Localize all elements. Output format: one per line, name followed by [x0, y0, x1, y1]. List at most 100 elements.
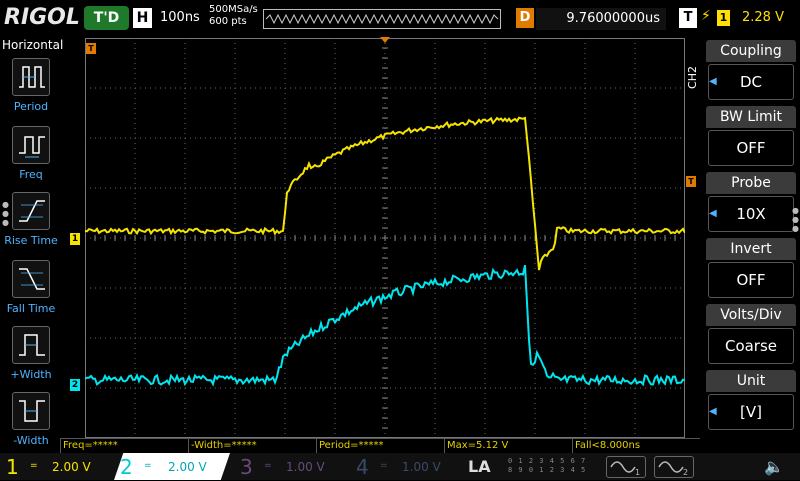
- timebase-value[interactable]: 100ns: [160, 10, 200, 25]
- coupling-menu[interactable]: Coupling DC ◀: [706, 40, 796, 104]
- rise-time-icon: [12, 192, 50, 230]
- menu-value[interactable]: OFF: [708, 262, 794, 298]
- trigger-level-value[interactable]: 2.28 V: [742, 10, 784, 25]
- measure-label: Freq: [19, 168, 43, 181]
- sine-wave-icon: 2: [658, 461, 688, 477]
- top-status-bar: RIGOL T'D H 100ns 500MSa/s 600 pts D 9.7…: [0, 0, 800, 38]
- menu-arrow-icon: ◀: [709, 208, 717, 219]
- trigger-position-marker[interactable]: T: [86, 43, 96, 54]
- measure-label: +Width: [10, 368, 52, 381]
- trigger-status-badge[interactable]: T'D: [84, 6, 129, 30]
- digital-row-1: 0 1 2 3 4 5 6 7: [508, 457, 587, 465]
- graticule: [84, 37, 686, 439]
- menu-title: Coupling: [706, 40, 796, 62]
- dc-coupling-icon: =: [144, 461, 152, 471]
- measure-label: Rise Time: [4, 234, 58, 247]
- fall-time-icon: [12, 260, 50, 298]
- measure-period-button[interactable]: Period: [0, 58, 62, 120]
- horizontal-delay-value[interactable]: 9.76000000us: [536, 8, 666, 30]
- waveform-display[interactable]: [84, 37, 686, 439]
- ch2-scale: 2.00 V: [168, 460, 207, 474]
- trigger-icon: T: [679, 8, 697, 28]
- measurement-period[interactable]: Period=*****: [316, 439, 444, 453]
- logic-analyzer-label[interactable]: LA: [468, 457, 491, 476]
- ch2-offset-marker[interactable]: 2: [70, 379, 80, 391]
- trigger-level-marker[interactable]: T: [686, 176, 696, 187]
- menu-value[interactable]: DC: [708, 64, 794, 100]
- ch2-number: 2: [120, 455, 133, 479]
- ch2-status[interactable]: 2 = 2.00 V: [114, 453, 230, 480]
- period-icon: [12, 58, 50, 96]
- measure-label: Period: [13, 100, 49, 113]
- generator-2-label: 2: [683, 468, 688, 477]
- speaker-muted-icon[interactable]: 🔈: [764, 457, 784, 476]
- probe-menu[interactable]: Probe 10X ◀: [706, 172, 796, 236]
- menu-value[interactable]: 10X: [708, 196, 794, 232]
- ch3-status[interactable]: 3 = 1.00 V: [234, 453, 346, 480]
- channel-status-bar: 1 = 2.00 V 2 = 2.00 V 3 = 1.00 V 4 = 1.0…: [0, 453, 800, 480]
- ch4-status[interactable]: 4 = 1.00 V: [350, 453, 462, 480]
- menu-arrow-icon: ◀: [709, 406, 717, 417]
- memory-overview-bar: [263, 9, 501, 29]
- memory-waveform-icon: [265, 13, 499, 25]
- menu-title: BW Limit: [706, 106, 796, 128]
- ch4-scale: 1.00 V: [402, 460, 441, 474]
- menu-title: Unit: [706, 370, 796, 392]
- generator-2-button[interactable]: 2: [654, 456, 694, 478]
- acquisition-info: 500MSa/s 600 pts: [209, 4, 258, 28]
- menu-value[interactable]: Coarse: [708, 328, 794, 364]
- menu-arrow-icon: ◀: [709, 76, 717, 87]
- bw-limit-menu[interactable]: BW Limit OFF: [706, 106, 796, 170]
- ch4-number: 4: [356, 455, 369, 479]
- ch3-scale: 1.00 V: [286, 460, 325, 474]
- invert-menu[interactable]: Invert OFF: [706, 238, 796, 302]
- measurement-results-bar: Freq=***** -Width=***** Period=***** Max…: [60, 438, 700, 453]
- volts-div-menu[interactable]: Volts/Div Coarse: [706, 304, 796, 368]
- measure-freq-button[interactable]: Freq: [0, 126, 62, 188]
- ch1-scale: 2.00 V: [52, 460, 91, 474]
- ch1-number: 1: [6, 455, 19, 479]
- horizontal-measure-panel: Horizontal Period Freq Rise Time Fall Ti…: [0, 38, 64, 456]
- ch1-status[interactable]: 1 = 2.00 V: [0, 453, 112, 480]
- menu-value[interactable]: [V]: [708, 394, 794, 430]
- unit-menu[interactable]: Unit [V] ◀: [706, 370, 796, 434]
- menu-title: Probe: [706, 172, 796, 194]
- negative-width-icon: [12, 392, 50, 430]
- measure-label: -Width: [13, 434, 49, 447]
- trigger-source[interactable]: 1: [717, 10, 730, 26]
- ch1-offset-marker[interactable]: 1: [70, 233, 80, 245]
- ch3-number: 3: [240, 455, 253, 479]
- channel-menu-tab: CH2: [686, 66, 699, 89]
- generator-1-label: 1: [635, 468, 640, 477]
- measurement-fall-time[interactable]: Fall<8.000ns: [572, 439, 700, 453]
- rising-edge-icon: ⚡: [701, 8, 711, 24]
- measure-fall-time-button[interactable]: Fall Time: [0, 260, 62, 322]
- trigger-time-marker-icon[interactable]: [380, 37, 390, 43]
- menu-title: Volts/Div: [706, 304, 796, 326]
- digital-row-2: 8 9 0 1 2 3 4 5: [508, 466, 587, 474]
- menu-title: Invert: [706, 238, 796, 260]
- delay-icon: D: [516, 8, 534, 28]
- positive-width-icon: [12, 326, 50, 364]
- sample-rate: 500MSa/s: [209, 4, 258, 15]
- generator-1-button[interactable]: 1: [606, 456, 646, 478]
- page-indicator-icon: ● ● ●: [2, 200, 9, 227]
- sine-wave-icon: 1: [610, 461, 640, 477]
- rigol-logo: RIGOL: [4, 5, 80, 30]
- digital-channels-indicator[interactable]: 0 1 2 3 4 5 6 7 8 9 0 1 2 3 4 5: [508, 457, 600, 477]
- measure-label: Fall Time: [6, 302, 56, 315]
- horizontal-icon: H: [133, 8, 152, 28]
- menu-value[interactable]: OFF: [708, 130, 794, 166]
- dc-coupling-icon: =: [380, 461, 388, 471]
- memory-depth: 600 pts: [209, 16, 247, 27]
- measure-rise-time-button[interactable]: Rise Time: [0, 192, 62, 254]
- panel-title: Horizontal: [2, 38, 64, 52]
- measure-positive-width-button[interactable]: +Width: [0, 326, 62, 388]
- measure-negative-width-button[interactable]: -Width: [0, 392, 62, 454]
- measurement-max[interactable]: Max=5.12 V: [444, 439, 572, 453]
- dc-coupling-icon: =: [30, 461, 38, 471]
- measurement-frequency[interactable]: Freq=*****: [60, 439, 188, 453]
- measurement-negative-width[interactable]: -Width=*****: [188, 439, 316, 453]
- dc-coupling-icon: =: [264, 461, 272, 471]
- page-indicator-icon: ● ● ●: [792, 206, 799, 233]
